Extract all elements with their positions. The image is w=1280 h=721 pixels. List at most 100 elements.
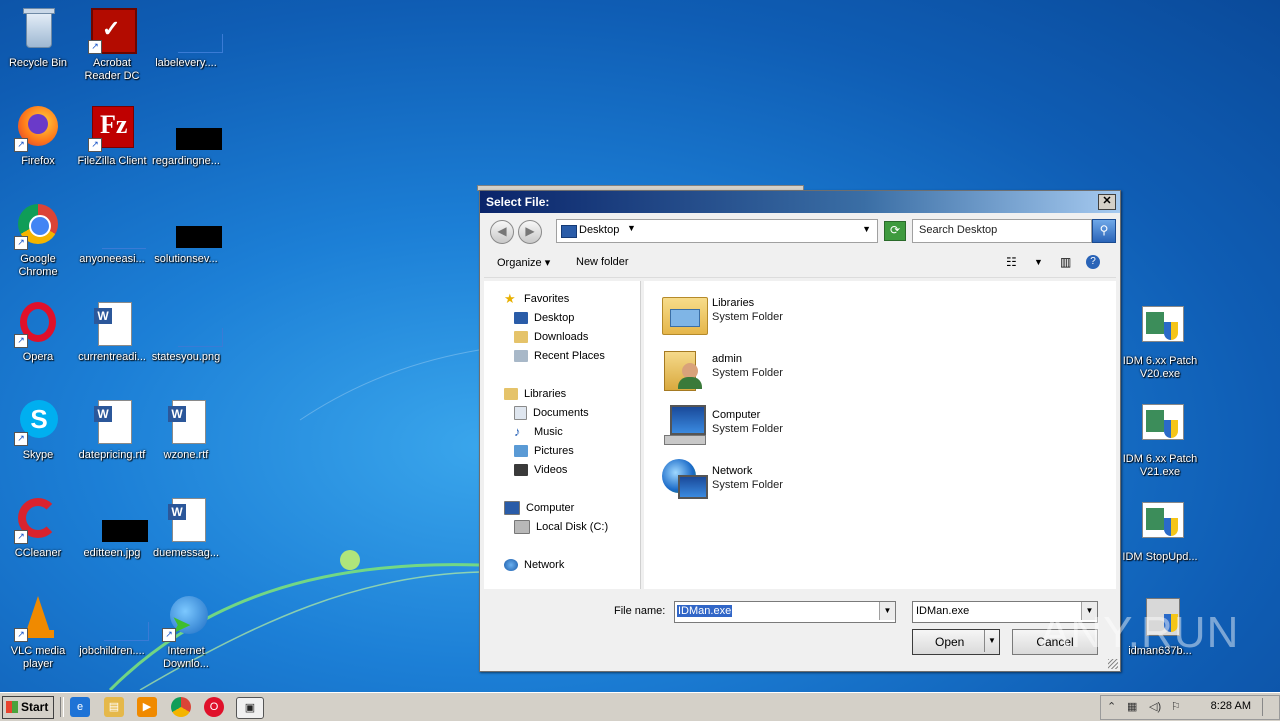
desktop-icon-ccleaner[interactable]: ↗ CCleaner xyxy=(0,496,76,560)
list-item[interactable]: admin System Folder xyxy=(660,345,880,395)
desktop-icon-word-doc[interactable]: W datepricing.rtf xyxy=(74,398,150,462)
dialog-title-bar[interactable]: Select File: ✕ xyxy=(480,191,1120,213)
dialog-title: Select File: xyxy=(486,195,550,209)
show-desktop-button[interactable] xyxy=(1262,698,1277,716)
nav-recent-places[interactable]: Recent Places xyxy=(514,348,605,364)
back-button[interactable]: ◀ xyxy=(490,220,514,244)
address-history-dropdown-icon[interactable]: ▼ xyxy=(862,224,871,234)
nav-documents[interactable]: Documents xyxy=(514,405,589,421)
black-image-icon xyxy=(162,202,222,250)
blank-file-icon xyxy=(88,202,146,250)
file-list: Libraries System Folder admin System Fol… xyxy=(644,281,1116,589)
file-name-input[interactable]: IDMan.exe ▼ xyxy=(674,601,896,623)
view-options-icon[interactable]: ☷ xyxy=(1006,255,1017,269)
desktop-icon-file[interactable]: anyoneeasi... xyxy=(74,202,150,266)
internet-explorer-icon[interactable]: e xyxy=(70,697,90,717)
file-explorer-icon[interactable]: ▤ xyxy=(104,697,124,717)
ccleaner-icon: ↗ xyxy=(14,496,62,544)
nav-pictures[interactable]: Pictures xyxy=(514,443,574,459)
navigation-pane: ★ Favorites Desktop Downloads Recent Plac… xyxy=(484,281,641,589)
shortcut-arrow-icon: ↗ xyxy=(14,530,28,544)
list-item[interactable]: Computer System Folder xyxy=(660,401,880,451)
chrome-taskbar-icon[interactable] xyxy=(171,697,191,717)
list-item[interactable]: Network System Folder xyxy=(660,457,880,507)
filezilla-icon: Fz ↗ xyxy=(88,104,136,152)
desktop-icon-idm[interactable]: ➤ ↗ Internet Downlo... xyxy=(148,594,224,671)
idm-icon: ➤ ↗ xyxy=(162,594,210,642)
forward-button[interactable]: ▶ xyxy=(518,220,542,244)
opera-taskbar-icon[interactable]: O xyxy=(204,697,224,717)
help-icon[interactable]: ? xyxy=(1086,255,1100,269)
network-tray-icon[interactable]: ▦ xyxy=(1127,700,1137,713)
word-doc-icon: W xyxy=(162,398,210,446)
desktop-icon-chrome[interactable]: ↗ Google Chrome xyxy=(0,202,76,279)
taskbar-divider xyxy=(60,697,64,717)
recent-places-icon xyxy=(514,350,528,363)
desktop-icon-word-doc[interactable]: W wzone.rtf xyxy=(148,398,224,462)
word-doc-icon: W xyxy=(88,300,136,348)
list-item[interactable]: Libraries System Folder xyxy=(660,289,880,339)
show-hidden-icons-icon[interactable]: ⌃ xyxy=(1107,700,1116,713)
select-file-taskbar-button[interactable]: ▣ xyxy=(236,697,264,719)
back-arrow-icon: ◀ xyxy=(497,224,507,238)
desktop-icon-acrobat[interactable]: ✓ ↗ Acrobat Reader DC xyxy=(74,6,150,83)
word-doc-icon: W xyxy=(88,398,136,446)
preview-pane-icon[interactable]: ▥ xyxy=(1060,255,1071,269)
nav-network[interactable]: Network xyxy=(504,557,564,573)
new-folder-button[interactable]: New folder xyxy=(576,256,629,268)
desktop-icon-idm-patch-v20[interactable]: IDM 6.xx Patch V20.exe xyxy=(1122,304,1198,381)
nav-desktop[interactable]: Desktop xyxy=(514,310,574,326)
nav-favorites[interactable]: ★ Favorites xyxy=(504,291,569,307)
videos-icon xyxy=(514,464,528,477)
desktop-icon-firefox[interactable]: ↗ Firefox xyxy=(0,104,76,168)
close-icon: ✕ xyxy=(1102,195,1112,207)
desktop-icon-vlc[interactable]: ↗ VLC media player xyxy=(0,594,76,671)
search-input[interactable]: Search Desktop xyxy=(912,219,1092,243)
desktop-icon-file[interactable]: jobchildren.... xyxy=(74,594,150,658)
file-name-dropdown-icon[interactable]: ▼ xyxy=(879,602,895,620)
desktop-icon-file[interactable]: labelevery.... xyxy=(148,6,224,70)
desktop-icon-skype[interactable]: S ↗ Skype xyxy=(0,398,76,462)
organize-button[interactable]: Organize ▾ xyxy=(497,256,550,269)
forward-arrow-icon: ▶ xyxy=(525,224,535,238)
address-bar[interactable]: Desktop ▼ ▼ xyxy=(556,219,878,243)
nav-computer[interactable]: Computer xyxy=(504,500,574,516)
desktop-icon-file[interactable]: editteen.jpg xyxy=(74,496,150,560)
breadcrumb-dropdown-icon[interactable]: ▼ xyxy=(627,223,636,233)
shortcut-arrow-icon: ↗ xyxy=(14,334,28,348)
volume-icon[interactable]: ◁) xyxy=(1149,700,1161,713)
action-center-flag-icon[interactable]: ⚐ xyxy=(1171,700,1181,713)
file-type-value: IDMan.exe xyxy=(916,605,970,617)
shortcut-arrow-icon: ↗ xyxy=(14,236,28,250)
nav-downloads[interactable]: Downloads xyxy=(514,329,588,345)
desktop-icon-idm-stopupdate[interactable]: IDM StopUpd... xyxy=(1122,500,1198,564)
desktop-icon-word-doc[interactable]: W duemessag... xyxy=(148,496,224,560)
desktop-icon-filezilla[interactable]: Fz ↗ FileZilla Client xyxy=(74,104,150,168)
open-split-dropdown-icon[interactable]: ▼ xyxy=(984,630,999,652)
open-button[interactable]: Open ▼ xyxy=(912,629,1000,655)
clock[interactable]: 8:28 AM xyxy=(1211,700,1251,712)
desktop-icon-file[interactable]: regardingne... xyxy=(148,104,224,168)
view-dropdown-icon[interactable]: ▼ xyxy=(1034,257,1043,267)
nav-videos[interactable]: Videos xyxy=(514,462,567,478)
taskbar: Start e ▤ ▶ O ▣ ⌃ ▦ ◁) ⚐ 8:28 AM xyxy=(0,692,1280,721)
nav-libraries[interactable]: Libraries xyxy=(504,386,566,402)
desktop-icon-recycle-bin[interactable]: Recycle Bin xyxy=(0,6,76,70)
blank-file-icon xyxy=(162,300,223,348)
desktop-icon-word-doc[interactable]: W currentreadi... xyxy=(74,300,150,364)
shortcut-arrow-icon: ↗ xyxy=(14,432,28,446)
nav-local-disk[interactable]: Local Disk (C:) xyxy=(514,519,608,535)
search-button[interactable]: ⚲ xyxy=(1092,219,1116,243)
desktop-icon-file[interactable]: statesyou.png xyxy=(148,300,224,364)
start-button[interactable]: Start xyxy=(2,696,54,719)
media-player-icon[interactable]: ▶ xyxy=(137,697,157,717)
pictures-icon xyxy=(514,445,528,458)
resize-grip-icon[interactable] xyxy=(1108,659,1118,669)
close-button[interactable]: ✕ xyxy=(1098,194,1116,210)
refresh-button[interactable]: ⟳ xyxy=(884,221,906,241)
nav-music[interactable]: ♪ Music xyxy=(514,424,563,440)
desktop-icon-file[interactable]: solutionsev... xyxy=(148,202,224,266)
desktop-icon-opera[interactable]: ↗ Opera xyxy=(0,300,76,364)
desktop-icon-idm-patch-v21[interactable]: IDM 6.xx Patch V21.exe xyxy=(1122,402,1198,479)
file-name-label: File name: xyxy=(614,605,666,617)
